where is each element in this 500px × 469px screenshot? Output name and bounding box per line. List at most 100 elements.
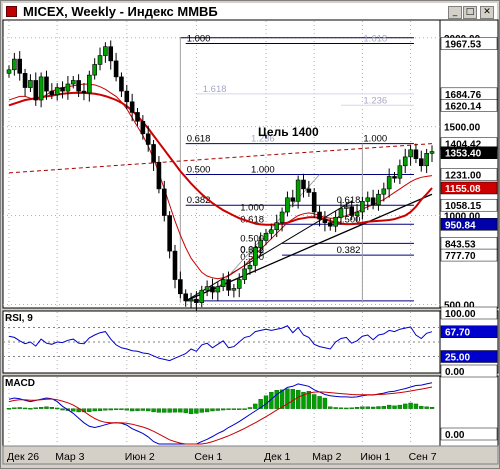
rsi-tag-label: 0.00 xyxy=(445,367,465,378)
candle-body xyxy=(413,149,419,159)
candle-body xyxy=(290,197,296,202)
price-tag-label: 950.84 xyxy=(445,220,476,231)
candle-body xyxy=(76,80,81,92)
candle-body xyxy=(392,176,397,179)
macd-histogram-bar xyxy=(60,408,65,411)
macd-histogram-bar xyxy=(103,408,108,411)
fibonacci-ratio-label: 1.000 xyxy=(240,203,264,214)
candle-body xyxy=(145,133,151,145)
macd-histogram-bar xyxy=(172,408,178,413)
macd-histogram-bar xyxy=(360,406,365,409)
macd-histogram-bar xyxy=(71,408,76,412)
candle-body xyxy=(301,179,306,190)
candle-body xyxy=(311,192,317,213)
candle-body xyxy=(253,247,258,266)
x-tick-label: Сен 7 xyxy=(409,451,437,463)
fibonacci-ratio-label: 1.618 xyxy=(203,84,227,95)
candle-body xyxy=(87,74,92,94)
macd-histogram-bar xyxy=(413,403,419,409)
macd-histogram-bar xyxy=(146,408,151,412)
candle-body xyxy=(210,286,215,293)
macd-histogram-bar xyxy=(242,408,247,410)
x-tick-label: Сен 1 xyxy=(194,451,222,463)
candle-body xyxy=(119,76,124,92)
macd-histogram-bar xyxy=(247,407,253,409)
macd-histogram-bar xyxy=(97,408,103,411)
candle-body xyxy=(354,211,360,216)
candle-body xyxy=(429,151,435,154)
candle-body xyxy=(269,229,274,234)
candle-body xyxy=(263,233,269,241)
rsi-tag-label: 100.00 xyxy=(445,309,476,320)
candle-body xyxy=(17,58,23,74)
x-tick-label: Июн 1 xyxy=(360,451,390,463)
candle-body xyxy=(258,240,263,248)
candle-body xyxy=(113,60,119,78)
macd-histogram-bar xyxy=(392,405,397,409)
rsi-axis-panel xyxy=(439,310,499,374)
macd-histogram-bar xyxy=(253,403,258,409)
target-annotation: Цель 1400 xyxy=(258,125,319,139)
price-tag-label: 1353.40 xyxy=(445,149,482,160)
candle-body xyxy=(295,179,301,202)
y-tick-label: 1500.00 xyxy=(444,123,481,134)
macd-histogram-bar xyxy=(285,388,290,409)
candle-body xyxy=(167,215,172,252)
candle-body xyxy=(33,80,39,101)
price-axis-panel xyxy=(439,19,499,309)
macd-histogram-bar xyxy=(178,408,183,413)
macd-histogram-bar xyxy=(386,404,392,409)
candle-body xyxy=(349,206,354,216)
macd-histogram-bar xyxy=(370,406,376,409)
candle-body xyxy=(215,286,221,293)
macd-histogram-bar xyxy=(108,408,113,411)
fibonacci-ratio-label: 1.000 xyxy=(251,164,275,175)
macd-histogram-bar xyxy=(349,407,354,409)
macd-histogram-bar xyxy=(54,407,60,410)
fibonacci-ratio-label: 1.000 xyxy=(187,34,211,45)
fibonacci-ratio-label: 0.618 xyxy=(187,134,211,145)
candle-body xyxy=(172,250,178,280)
macd-histogram-bar xyxy=(344,407,349,410)
macd-histogram-bar xyxy=(119,408,124,411)
macd-histogram-bar xyxy=(6,407,12,410)
macd-histogram-bar xyxy=(188,408,194,415)
candle-body xyxy=(220,279,226,287)
candle-body xyxy=(365,197,371,202)
candle-body xyxy=(156,161,162,190)
price-tag-label: 843.53 xyxy=(445,239,476,250)
candle-body xyxy=(151,144,156,163)
macd-histogram-bar xyxy=(194,408,199,414)
macd-histogram-bar xyxy=(124,408,129,411)
candle-body xyxy=(376,193,381,206)
macd-histogram-bar xyxy=(338,407,344,409)
candle-body xyxy=(327,222,333,227)
macd-histogram-bar xyxy=(220,408,226,411)
price-tag-label: 1155.08 xyxy=(445,184,481,195)
rsi-tag-label: 25.00 xyxy=(445,353,470,364)
macd-histogram-bar xyxy=(33,407,38,409)
candle-body xyxy=(54,87,60,95)
candle-body xyxy=(418,158,424,167)
macd-histogram-bar xyxy=(162,408,167,413)
fibonacci-ratio-label: 1.618 xyxy=(363,34,387,45)
macd-histogram-bar xyxy=(156,408,162,413)
macd-histogram-bar xyxy=(295,390,301,409)
candle-body xyxy=(204,286,210,291)
price-tag-label: 1058.15 xyxy=(445,201,482,212)
macd-histogram-bar xyxy=(317,396,322,409)
price-tag-label: 1967.53 xyxy=(445,40,482,51)
candle-body xyxy=(397,165,403,179)
macd-histogram-bar xyxy=(12,407,17,409)
candle-body xyxy=(178,279,183,295)
macd-histogram-bar xyxy=(408,402,413,409)
macd-histogram-bar xyxy=(328,406,333,409)
candle-body xyxy=(38,76,44,101)
macd-histogram-bar xyxy=(92,408,97,412)
macd-panel xyxy=(2,375,441,447)
macd-histogram-bar xyxy=(129,408,135,412)
candle-body xyxy=(49,90,55,95)
candle-body xyxy=(386,176,392,190)
macd-histogram-bar xyxy=(365,406,370,409)
candle-body xyxy=(242,268,247,280)
